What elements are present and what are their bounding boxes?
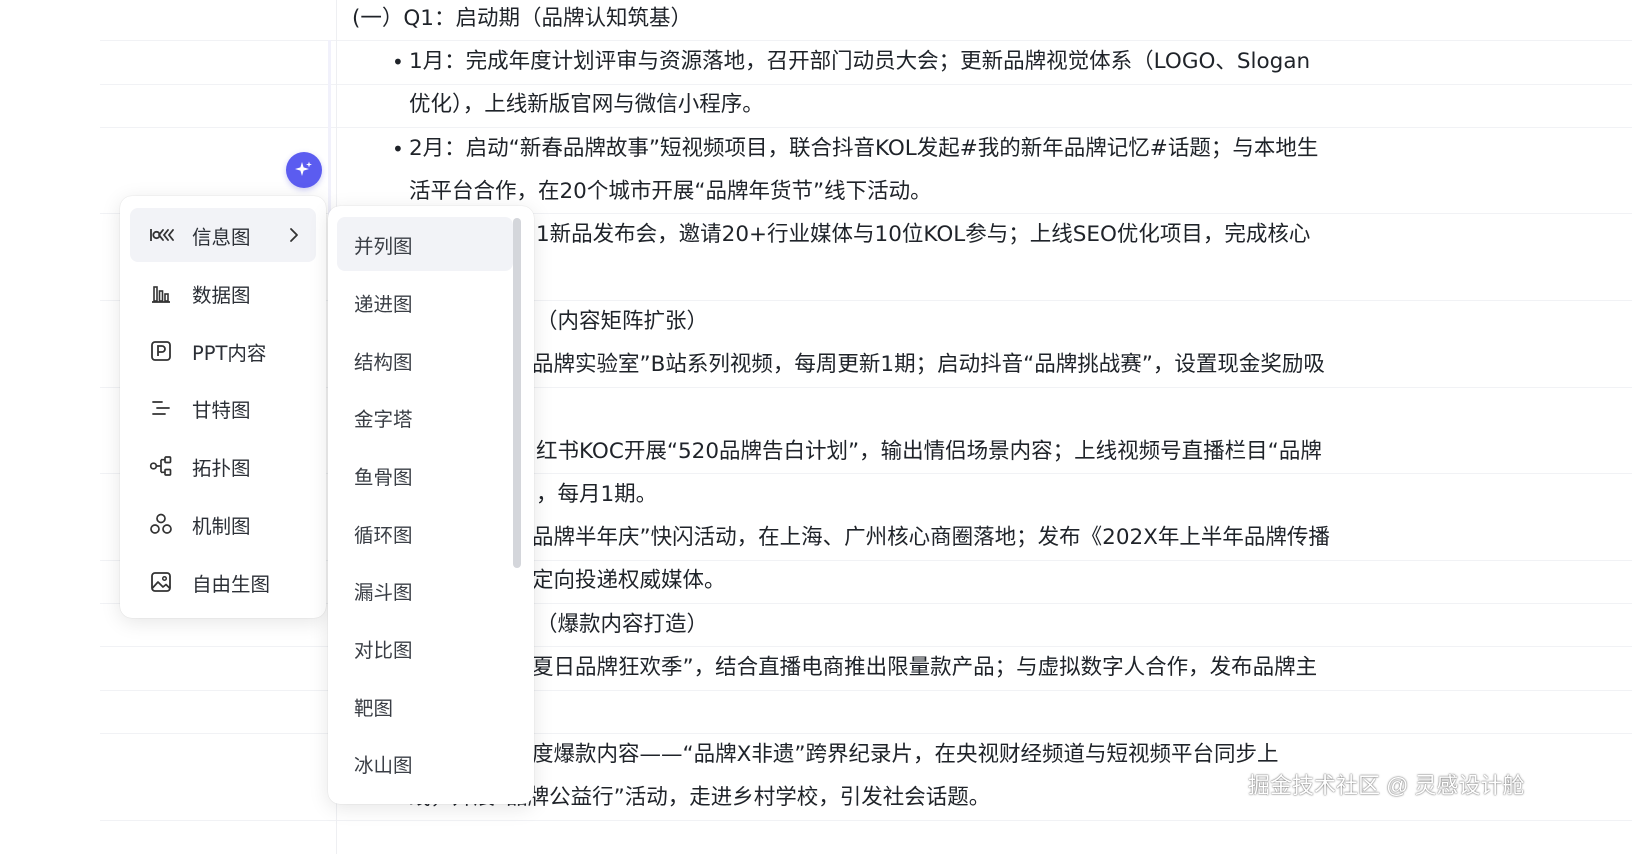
infographic-submenu[interactable]: 并列图 递进图 结构图 金字塔 鱼骨图 循环图 漏斗图 对比图 靶图 冰山图 [328,206,534,804]
paragraph-line: 1月：完成年度计划评审与资源落地，召开部门动员大会；更新品牌视觉体系（LOGO、… [409,49,1311,74]
ai-assistant-button[interactable] [286,152,322,188]
menu-item-label: 拓扑图 [192,456,251,480]
paragraph-line: 1新品发布会，邀请20+行业媒体与10位KOL参与；上线SEO优化项目，完成核心 [536,222,1311,247]
submenu-item-label: 鱼骨图 [354,465,413,489]
watermark: 掘金技术社区 @ 灵感设计舱 [1248,773,1525,798]
submenu-item-label: 递进图 [354,292,413,316]
menu-item-label: 数据图 [192,283,251,307]
submenu-item-progressive[interactable]: 递进图 [337,275,513,329]
menu-item-label: 甘特图 [192,398,251,422]
insert-menu: 信息图 数据图 PPT内容 甘特图 拓扑图 机制图 自由生图 [120,196,326,618]
infographic-icon [148,222,174,248]
submenu-item-label: 冰山图 [354,753,413,777]
submenu-item-label: 靶图 [354,696,394,720]
section-heading: （内容矩阵扩张） [536,309,709,334]
submenu-item-parallel[interactable]: 并列图 [337,217,513,271]
menu-item-free-image[interactable]: 自由生图 [130,555,316,609]
menu-item-label: 机制图 [192,514,251,538]
paragraph-line: 品牌半年庆”快闪活动，在上海、广州核心商圈落地；发布《202X年上半年品牌传播 [532,525,1330,550]
paragraph-line: ，每月1期。 [536,482,658,507]
paragraph-line: 定向投递权威媒体。 [532,568,726,593]
menu-item-data-chart[interactable]: 数据图 [130,266,316,320]
paragraph-line: 2月：启动“新春品牌故事”短视频项目，联合抖音KOL发起#我的新年品牌记忆#话题… [409,136,1319,161]
submenu-item-label: 对比图 [354,638,413,662]
bar-chart-icon [148,280,174,306]
menu-item-ppt[interactable]: PPT内容 [130,324,316,378]
submenu-item-label: 结构图 [354,350,413,374]
bullet-marker: • [392,137,404,161]
menu-item-topology[interactable]: 拓扑图 [130,439,316,493]
submenu-scrollbar[interactable] [513,218,521,568]
image-icon [148,569,174,595]
submenu-item-iceberg[interactable]: 冰山图 [337,736,513,790]
submenu-item-label: 金字塔 [354,407,413,431]
gantt-icon [148,395,174,421]
submenu-item-label: 漏斗图 [354,580,413,604]
submenu-item-comparison[interactable]: 对比图 [337,621,513,675]
mechanism-icon [148,511,174,537]
menu-item-gantt[interactable]: 甘特图 [130,381,316,435]
menu-item-label: PPT内容 [192,341,267,365]
paragraph-line: 优化），上线新版官网与微信小程序。 [409,92,764,117]
menu-item-label: 信息图 [192,225,251,249]
menu-item-label: 自由生图 [192,572,271,596]
ppt-icon [148,338,174,364]
topology-icon [148,453,174,479]
paragraph-line: 活平台合作，在20个城市开展“品牌年货节”线下活动。 [409,179,932,204]
sparkle-icon [295,161,312,176]
paragraph-line: 度爆款内容——“品牌X非遗”跨界纪录片，在央视财经频道与短视频平台同步上 [532,742,1279,767]
submenu-item-cycle[interactable]: 循环图 [337,506,513,560]
submenu-item-label: 并列图 [354,234,413,258]
menu-item-infographic[interactable]: 信息图 [130,208,316,262]
chevron-right-icon [290,228,298,242]
menu-item-mechanism[interactable]: 机制图 [130,497,316,551]
paragraph-line: 夏日品牌狂欢季”，结合直播电商推出限量款产品；与虚拟数字人合作，发布品牌主 [532,655,1318,680]
paragraph-line: 品牌实验室”B站系列视频，每周更新1期；启动抖音“品牌挑战赛”，设置现金奖励吸 [532,352,1325,377]
section-heading: (一）Q1：启动期（品牌认知筑基） [352,6,692,31]
submenu-item-funnel[interactable]: 漏斗图 [337,563,513,617]
submenu-item-fishbone[interactable]: 鱼骨图 [337,448,513,502]
bullet-marker: • [392,50,404,74]
submenu-item-label: 循环图 [354,523,413,547]
submenu-item-pyramid[interactable]: 金字塔 [337,390,513,444]
section-heading: （爆款内容打造） [536,612,709,637]
submenu-item-structure[interactable]: 结构图 [337,333,513,387]
paragraph-line: 红书KOC开展“520品牌告白计划”，输出情侣场景内容；上线视频号直播栏目“品牌 [536,439,1322,464]
submenu-item-target[interactable]: 靶图 [337,679,513,733]
